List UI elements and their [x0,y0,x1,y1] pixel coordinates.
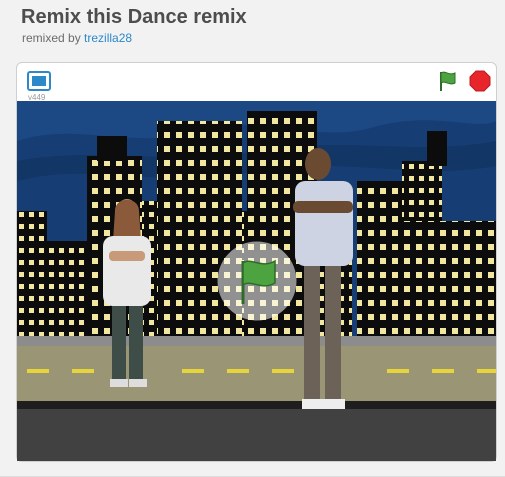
remixed-by-label: remixed by [22,31,81,45]
project-title: Remix this Dance remix [21,6,247,28]
fullscreen-icon [27,71,51,91]
project-header: Remix this Dance remix remixed by trezil… [0,0,505,52]
remix-byline: remixed by trezilla28 [22,31,132,45]
player-controls: v449 [17,63,496,102]
author-link[interactable]: trezilla28 [84,31,132,45]
fullscreen-button[interactable] [27,71,51,91]
stop-button[interactable] [469,70,491,92]
stage-canvas [17,101,496,461]
green-flag-icon [440,71,456,91]
stop-sign-icon [469,70,491,92]
green-flag-button[interactable] [437,70,459,92]
stage[interactable] [17,101,496,461]
project-player: v449 [16,62,497,462]
start-overlay-button[interactable] [217,241,297,321]
